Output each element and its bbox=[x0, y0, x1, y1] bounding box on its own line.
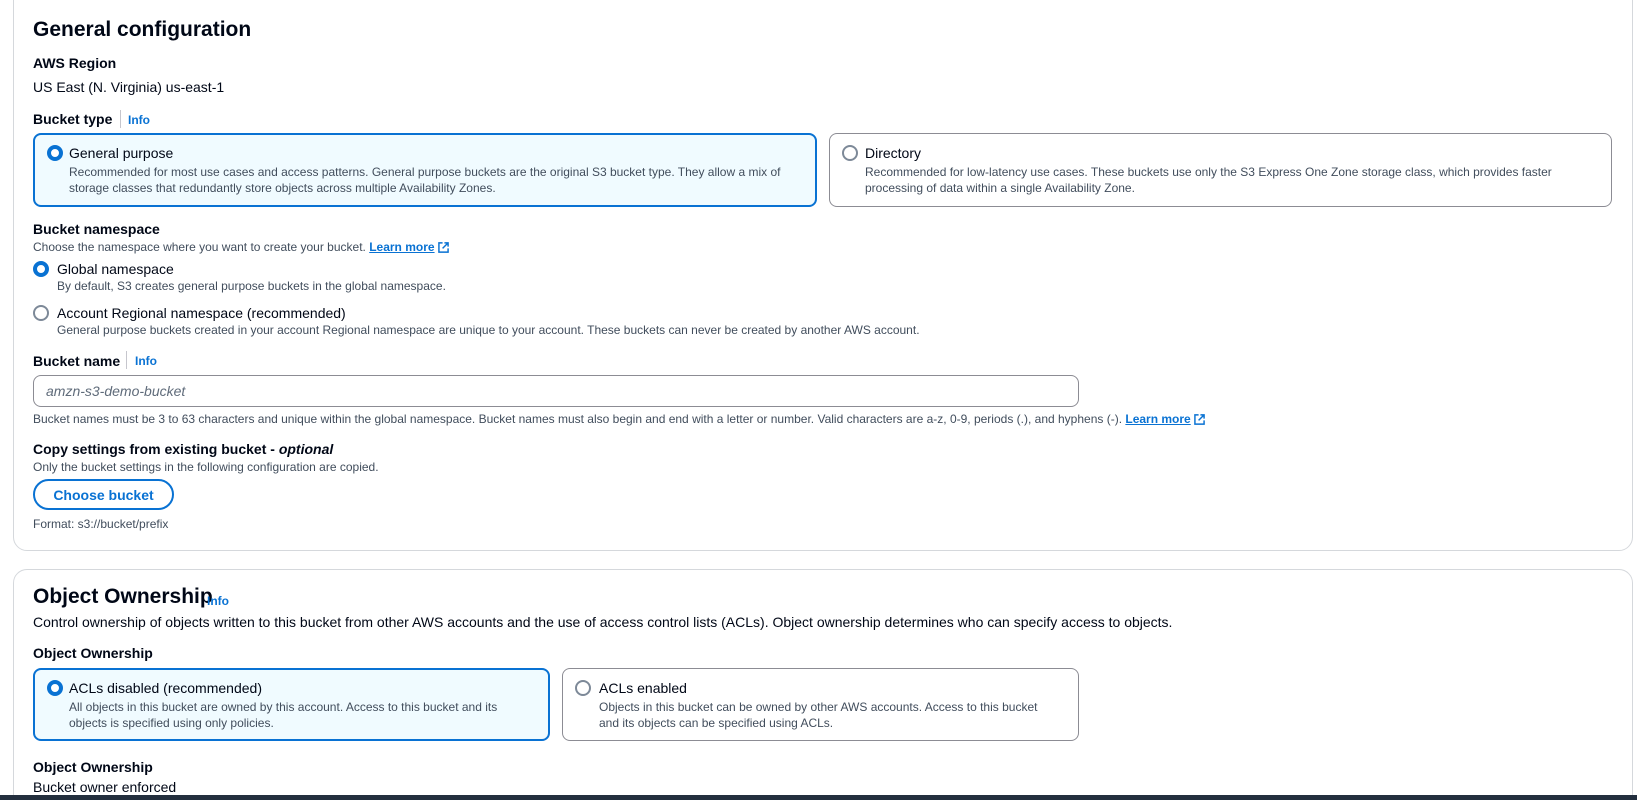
bucket-type-directory-tile[interactable]: Directory Recommended for low-latency us… bbox=[829, 133, 1612, 207]
bucket-type-info-link[interactable]: Info bbox=[128, 113, 150, 127]
general-purpose-radio[interactable] bbox=[47, 145, 63, 161]
optional-tag: optional bbox=[278, 441, 334, 457]
object-ownership-description: Control ownership of objects written to … bbox=[33, 614, 1173, 630]
directory-radio[interactable] bbox=[842, 145, 858, 161]
choose-bucket-button[interactable]: Choose bucket bbox=[33, 479, 174, 510]
acls-enabled-radio[interactable] bbox=[575, 680, 591, 696]
bucket-name-learn-more-link[interactable]: Learn more bbox=[1125, 412, 1190, 426]
external-link-icon bbox=[1193, 414, 1205, 425]
acls-disabled-title: ACLs disabled (recommended) bbox=[69, 680, 262, 696]
bucket-namespace-description: Choose the namespace where you want to c… bbox=[33, 239, 449, 255]
account-regional-namespace-description: General purpose buckets created in your … bbox=[57, 323, 920, 337]
acls-enabled-title: ACLs enabled bbox=[599, 680, 687, 696]
acls-disabled-radio[interactable] bbox=[47, 680, 63, 696]
bucket-namespace-label: Bucket namespace bbox=[33, 221, 160, 237]
acls-enabled-tile[interactable]: ACLs enabled Objects in this bucket can … bbox=[562, 668, 1079, 741]
copy-settings-label: Copy settings from existing bucket - opt… bbox=[33, 441, 334, 457]
directory-description: Recommended for low-latency use cases. T… bbox=[865, 165, 1552, 195]
object-ownership-result-label: Object Ownership bbox=[33, 759, 153, 775]
general-configuration-heading: General configuration bbox=[33, 18, 252, 41]
object-ownership-info-link[interactable]: Info bbox=[207, 594, 229, 608]
acls-disabled-tile[interactable]: ACLs disabled (recommended) All objects … bbox=[33, 668, 550, 741]
global-namespace-description: By default, S3 creates general purpose b… bbox=[57, 279, 446, 293]
copy-settings-format-hint: Format: s3://bucket/prefix bbox=[33, 517, 169, 531]
object-ownership-field-label: Object Ownership bbox=[33, 645, 153, 661]
general-purpose-description: Recommended for most use cases and acces… bbox=[69, 165, 781, 195]
aws-region-label: AWS Region bbox=[33, 55, 117, 71]
namespace-learn-more-link[interactable]: Learn more bbox=[369, 240, 434, 254]
bucket-type-label: Bucket type bbox=[33, 111, 113, 127]
info-divider bbox=[126, 351, 127, 369]
directory-title: Directory bbox=[865, 145, 922, 161]
bottom-edge-bar bbox=[0, 795, 1637, 800]
acls-enabled-description: Objects in this bucket can be owned by o… bbox=[599, 700, 1038, 730]
general-purpose-title: General purpose bbox=[69, 145, 174, 161]
bucket-name-input[interactable] bbox=[33, 375, 1079, 407]
account-regional-namespace-title[interactable]: Account Regional namespace (recommended) bbox=[57, 305, 346, 321]
account-regional-namespace-radio[interactable] bbox=[33, 305, 49, 321]
bucket-name-info-link[interactable]: Info bbox=[135, 354, 157, 368]
global-namespace-radio[interactable] bbox=[33, 261, 49, 277]
object-ownership-result-value: Bucket owner enforced bbox=[33, 779, 177, 795]
bucket-name-hint: Bucket names must be 3 to 63 characters … bbox=[33, 411, 1205, 427]
acls-disabled-description: All objects in this bucket are owned by … bbox=[69, 700, 498, 730]
bucket-type-general-purpose-tile[interactable]: General purpose Recommended for most use… bbox=[33, 133, 817, 207]
global-namespace-title[interactable]: Global namespace bbox=[57, 261, 174, 277]
info-divider bbox=[120, 110, 121, 128]
aws-region-value: US East (N. Virginia) us-east-1 bbox=[33, 79, 225, 95]
copy-settings-description: Only the bucket settings in the followin… bbox=[33, 460, 379, 474]
bucket-name-label: Bucket name bbox=[33, 353, 121, 369]
external-link-icon bbox=[437, 242, 449, 253]
object-ownership-heading: Object Ownership bbox=[33, 585, 213, 608]
